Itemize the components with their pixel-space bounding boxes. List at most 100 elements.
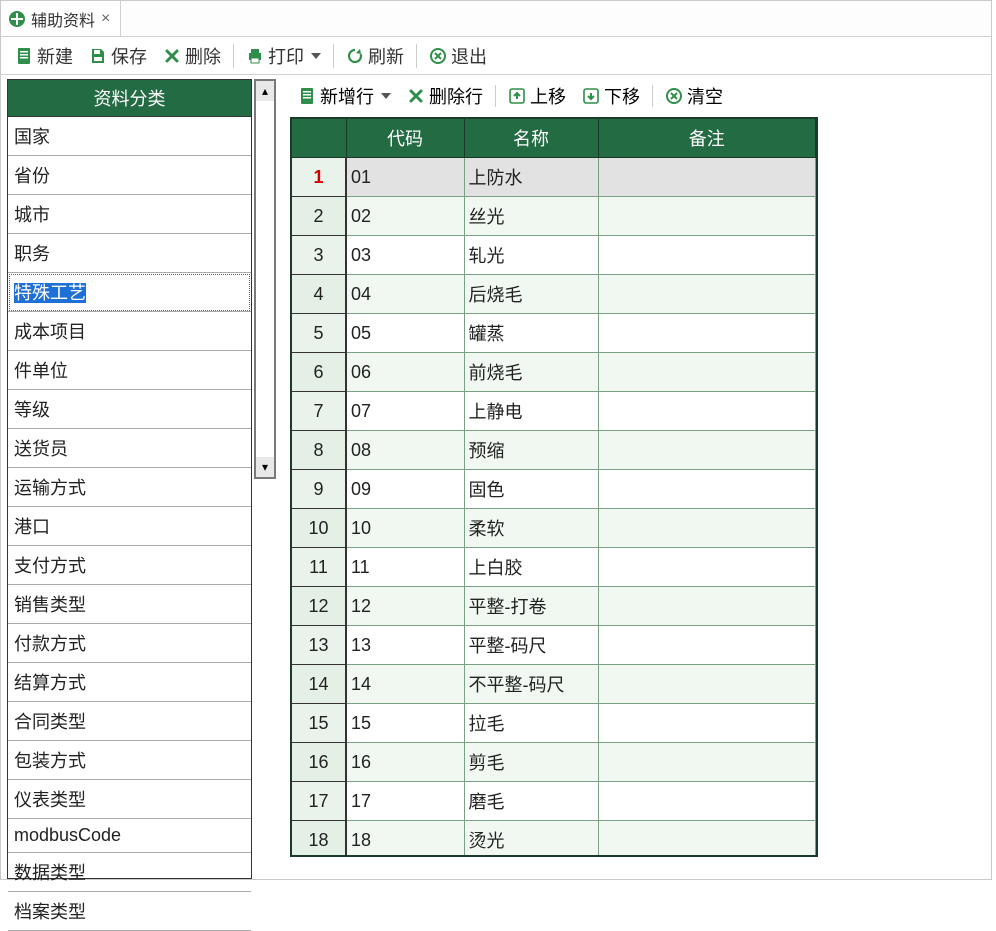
code-cell[interactable]: 15	[346, 704, 464, 743]
remark-cell[interactable]	[598, 665, 816, 704]
save-button[interactable]: 保存	[81, 40, 155, 72]
category-item[interactable]: 档案类型	[8, 892, 251, 931]
col-code[interactable]: 代码	[346, 119, 464, 158]
row-number-cell[interactable]: 9	[292, 470, 346, 509]
remark-cell[interactable]	[598, 509, 816, 548]
category-item[interactable]: 仪表类型	[8, 780, 251, 819]
name-cell[interactable]: 平整-打卷	[464, 587, 598, 626]
category-item[interactable]: 省份	[8, 156, 251, 195]
code-cell[interactable]: 03	[346, 236, 464, 275]
close-icon[interactable]: ×	[101, 11, 110, 27]
remark-cell[interactable]	[598, 587, 816, 626]
row-number-cell[interactable]: 16	[292, 743, 346, 782]
row-number-cell[interactable]: 7	[292, 392, 346, 431]
category-item[interactable]: 件单位	[8, 351, 251, 390]
col-remark[interactable]: 备注	[598, 119, 816, 158]
category-item[interactable]: 港口	[8, 507, 251, 546]
row-number-cell[interactable]: 2	[292, 197, 346, 236]
move-down-button[interactable]: 下移	[574, 81, 648, 111]
name-cell[interactable]: 上防水	[464, 158, 598, 197]
name-cell[interactable]: 罐蒸	[464, 314, 598, 353]
category-item[interactable]: 销售类型	[8, 585, 251, 624]
category-item[interactable]: 等级	[8, 390, 251, 429]
print-button[interactable]: 打印	[238, 40, 329, 72]
name-cell[interactable]: 拉毛	[464, 704, 598, 743]
remark-cell[interactable]	[598, 275, 816, 314]
new-button[interactable]: 新建	[7, 40, 81, 72]
remark-cell[interactable]	[598, 314, 816, 353]
remark-cell[interactable]	[598, 626, 816, 665]
category-item[interactable]: 运输方式	[8, 468, 251, 507]
table-row[interactable]: 505罐蒸	[292, 314, 816, 353]
table-row[interactable]: 1414不平整-码尺	[292, 665, 816, 704]
delete-row-button[interactable]: 删除行	[399, 81, 491, 111]
remark-cell[interactable]	[598, 821, 816, 858]
exit-button[interactable]: 退出	[421, 40, 495, 72]
table-row[interactable]: 1515拉毛	[292, 704, 816, 743]
add-row-button[interactable]: 新增行	[290, 81, 399, 111]
code-cell[interactable]: 07	[346, 392, 464, 431]
code-cell[interactable]: 11	[346, 548, 464, 587]
category-item[interactable]: 特殊工艺	[8, 273, 251, 312]
scroll-down-button[interactable]: ▾	[256, 457, 274, 477]
code-cell[interactable]: 13	[346, 626, 464, 665]
name-cell[interactable]: 平整-码尺	[464, 626, 598, 665]
name-cell[interactable]: 前烧毛	[464, 353, 598, 392]
category-item[interactable]: 国家	[8, 117, 251, 156]
col-name[interactable]: 名称	[464, 119, 598, 158]
category-item[interactable]: 数据类型	[8, 853, 251, 892]
code-cell[interactable]: 12	[346, 587, 464, 626]
refresh-button[interactable]: 刷新	[338, 40, 412, 72]
name-cell[interactable]: 上白胶	[464, 548, 598, 587]
code-cell[interactable]: 02	[346, 197, 464, 236]
row-number-cell[interactable]: 4	[292, 275, 346, 314]
remark-cell[interactable]	[598, 782, 816, 821]
code-cell[interactable]: 09	[346, 470, 464, 509]
table-row[interactable]: 404后烧毛	[292, 275, 816, 314]
table-row[interactable]: 909固色	[292, 470, 816, 509]
name-cell[interactable]: 剪毛	[464, 743, 598, 782]
table-row[interactable]: 202丝光	[292, 197, 816, 236]
name-cell[interactable]: 丝光	[464, 197, 598, 236]
row-number-cell[interactable]: 6	[292, 353, 346, 392]
code-cell[interactable]: 10	[346, 509, 464, 548]
table-row[interactable]: 1313平整-码尺	[292, 626, 816, 665]
remark-cell[interactable]	[598, 743, 816, 782]
category-item[interactable]: 职务	[8, 234, 251, 273]
move-up-button[interactable]: 上移	[500, 81, 574, 111]
remark-cell[interactable]	[598, 431, 816, 470]
table-row[interactable]: 1111上白胶	[292, 548, 816, 587]
code-cell[interactable]: 17	[346, 782, 464, 821]
row-number-cell[interactable]: 13	[292, 626, 346, 665]
code-cell[interactable]: 04	[346, 275, 464, 314]
remark-cell[interactable]	[598, 392, 816, 431]
row-number-cell[interactable]: 12	[292, 587, 346, 626]
table-row[interactable]: 1010柔软	[292, 509, 816, 548]
category-item[interactable]: modbusCode	[8, 819, 251, 853]
table-row[interactable]: 808预缩	[292, 431, 816, 470]
table-row[interactable]: 1212平整-打卷	[292, 587, 816, 626]
code-cell[interactable]: 05	[346, 314, 464, 353]
row-number-cell[interactable]: 18	[292, 821, 346, 858]
col-rownum[interactable]	[292, 119, 346, 158]
row-number-cell[interactable]: 1	[292, 158, 346, 197]
category-item[interactable]: 付款方式	[8, 624, 251, 663]
table-row[interactable]: 606前烧毛	[292, 353, 816, 392]
category-item[interactable]: 城市	[8, 195, 251, 234]
name-cell[interactable]: 柔软	[464, 509, 598, 548]
scroll-up-button[interactable]: ▴	[256, 81, 274, 101]
row-number-cell[interactable]: 15	[292, 704, 346, 743]
table-row[interactable]: 303轧光	[292, 236, 816, 275]
delete-button[interactable]: 删除	[155, 40, 229, 72]
clear-button[interactable]: 清空	[657, 81, 731, 111]
code-cell[interactable]: 01	[346, 158, 464, 197]
row-number-cell[interactable]: 3	[292, 236, 346, 275]
remark-cell[interactable]	[598, 470, 816, 509]
table-row[interactable]: 101上防水	[292, 158, 816, 197]
code-cell[interactable]: 16	[346, 743, 464, 782]
name-cell[interactable]: 预缩	[464, 431, 598, 470]
category-item[interactable]: 支付方式	[8, 546, 251, 585]
category-item[interactable]: 结算方式	[8, 663, 251, 702]
name-cell[interactable]: 上静电	[464, 392, 598, 431]
remark-cell[interactable]	[598, 704, 816, 743]
